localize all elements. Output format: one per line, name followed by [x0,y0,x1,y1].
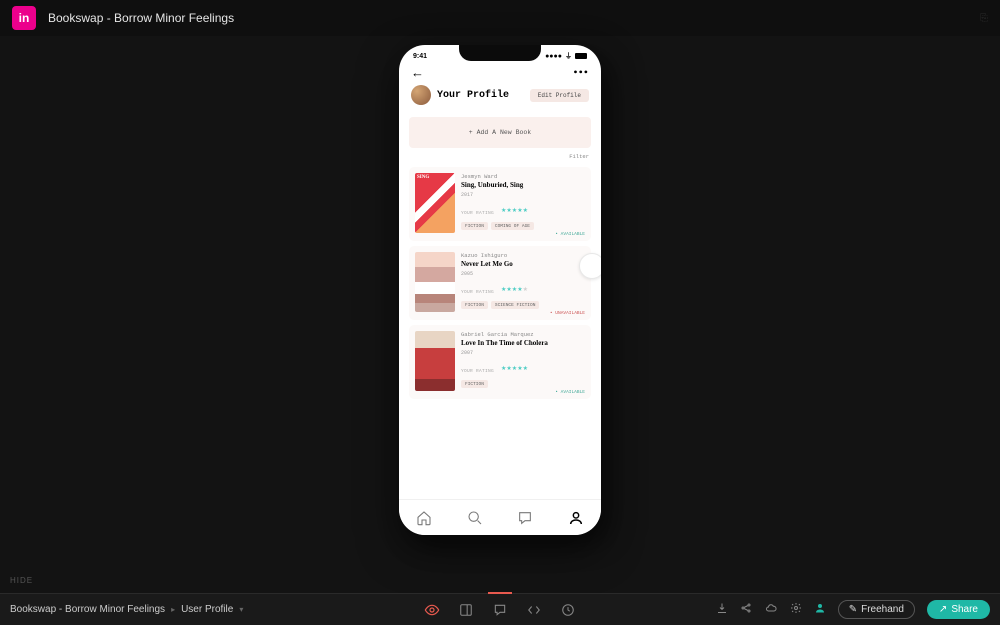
user-presence-icon[interactable] [814,602,826,617]
preview-icon[interactable] [424,602,440,618]
tag[interactable]: FICTION [461,301,488,309]
book-info: Gabriel Garcia Marquez Love In The Time … [461,331,585,393]
history-icon[interactable] [560,602,576,618]
app-header: in Bookswap - Borrow Minor Feelings ⎘ [0,0,1000,36]
download-icon[interactable] [716,602,728,617]
tag-row: FICTION COMING OF AGE [461,222,585,230]
star-icon: ★ [523,365,528,372]
rating-stars: ★★★★★ [501,207,528,214]
star-icon: ★ [523,207,528,214]
book-author: Jesmyn Ward [461,173,585,180]
share-label: Share [951,604,978,615]
tag[interactable]: SCIENCE FICTION [491,301,540,309]
active-indicator [488,592,512,594]
nav-chat-icon[interactable] [516,509,534,527]
book-title: Love In The Time of Cholera [461,339,585,347]
book-author: Kazuo Ishiguro [461,252,585,259]
breadcrumb-project[interactable]: Bookswap - Borrow Minor Feelings [10,604,165,615]
tag-row: FICTION SCIENCE FICTION [461,301,585,309]
edit-profile-button[interactable]: Edit Profile [530,89,589,102]
book-card[interactable]: Jesmyn Ward Sing, Unburied, Sing 2017 YO… [409,167,591,241]
wifi-icon: ⏚ [565,51,572,61]
rating-stars: ★★★★★ [501,286,528,293]
toolbar-right: ✎ Freehand ↗ Share [716,600,990,619]
book-cover [415,331,455,391]
battery-icon [575,53,587,59]
book-year: 2005 [461,271,585,277]
chevron-down-icon[interactable]: ▾ [239,605,243,614]
app-content: ← ••• Your Profile Edit Profile + Add A … [399,63,601,499]
comment-icon[interactable] [492,602,508,618]
phone-mockup: 9:41 ●●●● ⏚ ← ••• Your Profile Edit Prof… [399,45,601,535]
book-info: Kazuo Ishiguro Never Let Me Go 2005 YOUR… [461,252,585,314]
book-year: 2017 [461,192,585,198]
filter-button[interactable]: Filter [407,150,593,164]
back-arrow-icon[interactable]: ← [411,65,424,81]
rating-label: YOUR RATING [461,290,494,295]
floating-action-button[interactable] [579,253,601,279]
cloud-icon[interactable] [764,602,778,617]
book-cover [415,252,455,312]
rating-stars: ★★★★★ [501,365,528,372]
share-arrow-icon: ↗ [939,604,947,615]
status-badge: • AVAILABLE [555,390,585,395]
chevron-right-icon: ▸ [171,605,175,614]
avatar[interactable] [411,85,431,105]
settings-icon[interactable] [790,602,802,617]
screen-header: ← ••• [407,63,593,85]
bottom-toolbar: Bookswap - Borrow Minor Feelings ▸ User … [0,593,1000,625]
pencil-icon: ✎ [849,604,857,615]
book-author: Gabriel Garcia Marquez [461,331,585,338]
book-card[interactable]: Kazuo Ishiguro Never Let Me Go 2005 YOUR… [409,246,591,320]
nav-search-icon[interactable] [466,509,484,527]
signal-icon: ●●●● [545,53,562,60]
breadcrumb-screen[interactable]: User Profile [181,604,233,615]
phone-notch [459,45,541,61]
inspect-icon[interactable] [526,602,542,618]
book-card[interactable]: Gabriel Garcia Marquez Love In The Time … [409,325,591,399]
build-icon[interactable] [458,602,474,618]
share-nodes-icon[interactable] [740,602,752,617]
breadcrumb: Bookswap - Borrow Minor Feelings ▸ User … [10,604,243,615]
toolbar-center [424,602,576,618]
hide-label[interactable]: HIDE [10,576,33,585]
book-title: Sing, Unburied, Sing [461,181,585,189]
invision-logo[interactable]: in [12,6,36,30]
freehand-label: Freehand [861,604,904,615]
add-book-button[interactable]: + Add A New Book [409,117,591,148]
tag-row: FICTION [461,380,585,388]
project-title: Bookswap - Borrow Minor Feelings [48,11,234,25]
bottom-nav [399,499,601,535]
rating-label: YOUR RATING [461,211,494,216]
book-title: Never Let Me Go [461,260,585,268]
nav-profile-icon[interactable] [567,509,585,527]
star-icon: ★ [523,286,528,293]
page-title: Your Profile [437,90,509,101]
book-year: 2007 [461,350,585,356]
status-badge: • UNAVAILABLE [550,311,585,316]
header-action-placeholder[interactable]: ⎘ [980,13,988,24]
profile-row: Your Profile Edit Profile [407,85,593,113]
status-badge: • AVAILABLE [555,232,585,237]
freehand-button[interactable]: ✎ Freehand [838,600,915,619]
header-right-actions: ⎘ [980,13,988,24]
share-button[interactable]: ↗ Share [927,600,990,619]
nav-home-icon[interactable] [415,509,433,527]
tag[interactable]: FICTION [461,222,488,230]
rating-label: YOUR RATING [461,369,494,374]
tag[interactable]: COMING OF AGE [491,222,534,230]
book-cover [415,173,455,233]
status-icons: ●●●● ⏚ [545,51,587,61]
book-info: Jesmyn Ward Sing, Unburied, Sing 2017 YO… [461,173,585,235]
more-dots-icon[interactable]: ••• [573,65,589,81]
tag[interactable]: FICTION [461,380,488,388]
status-time: 9:41 [413,53,427,60]
